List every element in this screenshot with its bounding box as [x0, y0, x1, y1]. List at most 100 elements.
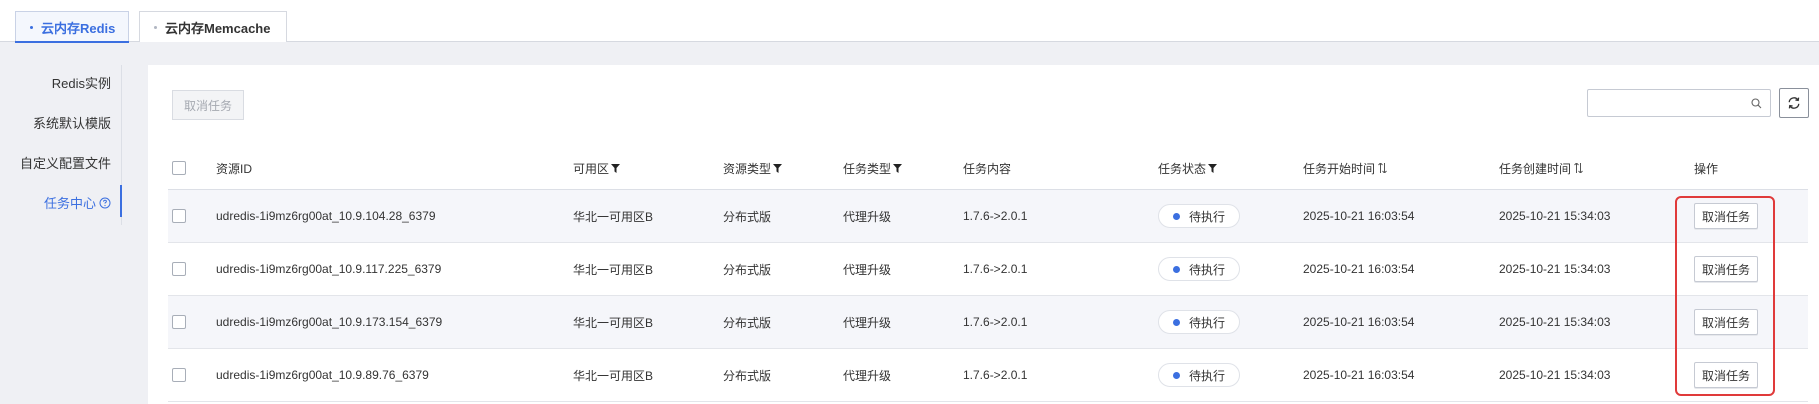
column-label: 操作	[1694, 161, 1719, 176]
cell-task-content: 1.7.6->2.0.1	[963, 368, 1028, 382]
sidebar-item-redis-instances[interactable]: Redis实例	[52, 73, 111, 92]
cell-start-time: 2025-10-21 16:03:54	[1303, 368, 1415, 382]
cell-zone: 华北一可用区B	[573, 209, 654, 224]
row-checkbox[interactable]	[172, 315, 186, 329]
table-row: udredis-1i9mz6rg00at_10.9.89.76_6379 华北一…	[168, 349, 1808, 402]
filter-icon[interactable]	[611, 163, 621, 173]
column-label: 任务状态	[1158, 161, 1207, 176]
cell-task-content: 1.7.6->2.0.1	[963, 262, 1028, 276]
cell-task-type: 代理升级	[843, 368, 892, 383]
column-label: 可用区	[573, 161, 610, 176]
cell-resource-id[interactable]: udredis-1i9mz6rg00at_10.9.104.28_6379	[216, 190, 436, 242]
sidebar-item-label: 任务中心	[43, 196, 96, 211]
cancel-task-button[interactable]: 取消任务	[172, 90, 244, 120]
tab-dot-icon	[154, 25, 157, 29]
sidebar-item-label: 系统默认模版	[32, 116, 111, 131]
cell-create-time: 2025-10-21 15:34:03	[1499, 262, 1611, 276]
cell-create-time: 2025-10-21 15:34:03	[1499, 209, 1611, 223]
column-create-time: 任务创建时间	[1499, 146, 1583, 190]
sidebar-active-indicator	[120, 185, 122, 217]
cell-zone: 华北一可用区B	[573, 368, 654, 383]
refresh-button[interactable]	[1779, 88, 1809, 118]
row-cancel-task-button[interactable]: 取消任务	[1694, 256, 1758, 282]
column-label: 资源类型	[723, 161, 772, 176]
status-dot-icon	[1173, 371, 1180, 379]
cell-resource-type: 分布式版	[723, 209, 772, 224]
cell-zone: 华北一可用区B	[573, 262, 654, 277]
cell-start-time: 2025-10-21 16:03:54	[1303, 262, 1415, 276]
column-actions: 操作	[1694, 146, 1718, 190]
table-row: udredis-1i9mz6rg00at_10.9.173.154_6379 华…	[168, 296, 1808, 349]
status-dot-icon	[1173, 212, 1180, 220]
cell-task-type: 代理升级	[843, 315, 892, 330]
cell-resource-type: 分布式版	[723, 315, 772, 330]
row-cancel-task-button[interactable]: 取消任务	[1694, 203, 1758, 229]
sidebar-item-custom-config[interactable]: 自定义配置文件	[20, 153, 111, 172]
status-badge: 待执行	[1158, 204, 1241, 228]
column-label: 资源ID	[216, 161, 253, 176]
cell-resource-id[interactable]: udredis-1i9mz6rg00at_10.9.173.154_6379	[216, 296, 442, 348]
filter-icon[interactable]	[893, 163, 903, 173]
filter-icon[interactable]	[1208, 163, 1218, 173]
tab-label: 云内存Memcache	[165, 20, 271, 36]
tab-label: 云内存Redis	[41, 20, 116, 36]
search-icon	[1751, 98, 1762, 109]
column-task-status: 任务状态	[1158, 146, 1218, 190]
row-cancel-task-button[interactable]: 取消任务	[1694, 309, 1758, 335]
cell-start-time: 2025-10-21 16:03:54	[1303, 315, 1415, 329]
row-checkbox[interactable]	[172, 209, 186, 223]
status-badge: 待执行	[1158, 363, 1241, 387]
sidebar-item-default-templates[interactable]: 系统默认模版	[33, 113, 111, 132]
cell-task-type: 代理升级	[843, 262, 892, 277]
column-resource-id: 资源ID	[216, 146, 252, 190]
cell-create-time: 2025-10-21 15:34:03	[1499, 315, 1611, 329]
sidebar-item-label: 自定义配置文件	[19, 156, 111, 171]
status-label: 待执行	[1189, 209, 1226, 224]
row-checkbox[interactable]	[172, 368, 186, 382]
cell-resource-type: 分布式版	[723, 262, 772, 277]
search-box[interactable]	[1587, 89, 1771, 117]
column-label: 任务创建时间	[1499, 161, 1572, 176]
cell-create-time: 2025-10-21 15:34:03	[1499, 368, 1611, 382]
sort-icon[interactable]	[1378, 163, 1387, 173]
column-resource-type: 资源类型	[723, 146, 783, 190]
status-dot-icon	[1173, 265, 1180, 273]
status-label: 待执行	[1189, 368, 1226, 383]
select-all-checkbox[interactable]	[172, 161, 186, 175]
cell-zone: 华北一可用区B	[573, 315, 654, 330]
cell-resource-id[interactable]: udredis-1i9mz6rg00at_10.9.89.76_6379	[216, 349, 429, 401]
status-dot-icon	[1173, 318, 1180, 326]
tab-redis[interactable]: 云内存Redis	[15, 11, 129, 43]
filter-icon[interactable]	[773, 163, 783, 173]
cell-resource-id[interactable]: udredis-1i9mz6rg00at_10.9.117.225_6379	[216, 243, 441, 295]
refresh-icon	[1788, 97, 1800, 109]
column-label: 任务开始时间	[1303, 161, 1376, 176]
cell-task-type: 代理升级	[843, 209, 892, 224]
column-label: 任务类型	[843, 161, 892, 176]
cell-task-content: 1.7.6->2.0.1	[963, 209, 1028, 223]
sidebar-item-task-center[interactable]: 任务中心	[44, 193, 111, 212]
table-row: udredis-1i9mz6rg00at_10.9.104.28_6379 华北…	[168, 190, 1808, 243]
row-checkbox[interactable]	[172, 262, 186, 276]
column-task-type: 任务类型	[843, 146, 903, 190]
status-badge: 待执行	[1158, 310, 1241, 334]
row-cancel-task-button[interactable]: 取消任务	[1694, 362, 1758, 388]
cell-resource-type: 分布式版	[723, 368, 772, 383]
status-badge: 待执行	[1158, 257, 1241, 281]
help-icon[interactable]	[99, 197, 111, 209]
cell-start-time: 2025-10-21 16:03:54	[1303, 209, 1415, 223]
tab-memcache[interactable]: 云内存Memcache	[139, 11, 287, 42]
sort-icon[interactable]	[1574, 163, 1583, 173]
table-row: udredis-1i9mz6rg00at_10.9.117.225_6379 华…	[168, 243, 1808, 296]
cell-task-content: 1.7.6->2.0.1	[963, 315, 1028, 329]
sidebar-item-label: Redis实例	[51, 76, 111, 91]
column-zone: 可用区	[573, 146, 621, 190]
table-header: 资源ID 可用区 资源类型 任务类型 任务内容 任务状态 任务开始时间 任务创建…	[168, 146, 1808, 190]
column-task-content: 任务内容	[963, 146, 1011, 190]
column-label: 任务内容	[963, 161, 1012, 176]
tab-dot-icon	[30, 25, 33, 29]
product-tab-bar: 云内存Redis 云内存Memcache	[0, 0, 1819, 43]
status-label: 待执行	[1189, 262, 1226, 277]
column-start-time: 任务开始时间	[1303, 146, 1387, 190]
status-label: 待执行	[1189, 315, 1226, 330]
